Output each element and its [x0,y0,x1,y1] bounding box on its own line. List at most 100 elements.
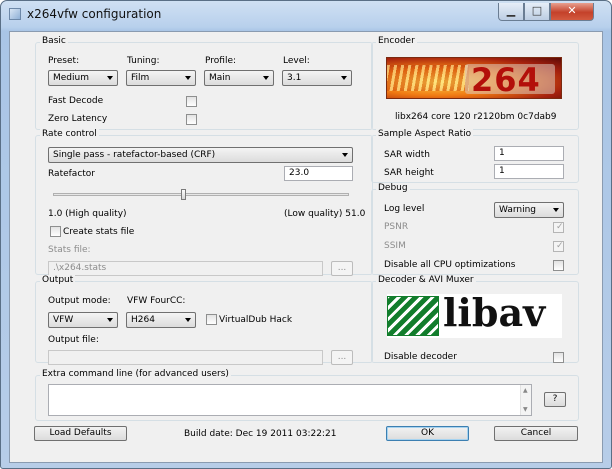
vdub-hack-label: VirtualDub Hack [219,315,293,325]
create-stats-checkbox[interactable] [50,226,61,237]
chevron-down-icon [553,208,559,212]
stats-file-browse-button[interactable]: ... [331,261,353,276]
disable-cpu-label: Disable all CPU optimizations [384,260,516,270]
level-dropdown[interactable]: 3.1 [282,70,352,86]
x264-logo: 264 [386,57,562,99]
encoder-version: libx264 core 120 r2120bm 0c7dab9 [395,112,557,122]
stats-file-value: .\x264.stats [53,263,107,273]
fourcc-dropdown[interactable]: H264 [126,312,196,328]
close-icon: ✕ [567,4,577,17]
chevron-down-icon [107,318,113,322]
ratefactor-label: Ratefactor [48,169,96,179]
profile-dropdown[interactable]: Main [204,70,274,86]
checkmark-icon: ✓ [556,241,564,251]
output-file-label: Output file: [48,335,99,345]
basic-group-title: Basic [40,36,68,46]
maximize-button[interactable]: □ [524,3,550,21]
help-button[interactable]: ? [544,392,566,407]
chevron-down-icon [341,76,347,80]
sar-group-title: Sample Aspect Ratio [376,129,474,139]
output-mode-dropdown[interactable]: VFW [48,312,118,328]
cancel-button[interactable]: Cancel [494,426,578,441]
debug-group-title: Debug [376,183,410,193]
rate-control-mode-value: Single pass - ratefactor-based (CRF) [53,150,216,160]
extra-cmdline-input[interactable]: ▲ ▼ [48,384,532,416]
window-title: x264vfw configuration [27,7,162,21]
zero-latency-label: Zero Latency [48,114,108,124]
minimize-button[interactable]: ▁ [498,3,524,21]
dialog-client: Basic Preset: Medium Tuning: Film Profil… [9,31,603,463]
close-button[interactable]: ✕ [550,3,594,21]
decoder-group-title: Decoder & AVI Muxer [376,275,476,285]
tuning-dropdown[interactable]: Film [126,70,196,86]
ok-button[interactable]: OK [386,426,469,441]
ratefactor-max-label: (Low quality) 51.0 [284,209,366,219]
sar-height-value: 1 [499,166,505,176]
checkmark-icon: ✓ [556,222,564,232]
tuning-value: Film [131,73,150,83]
fourcc-label: VFW FourCC: [127,296,186,306]
encoder-group-title: Encoder [376,36,417,46]
fast-decode-checkbox[interactable] [186,96,197,107]
tuning-label: Tuning: [127,56,160,66]
extra-cmdline-scrollbar[interactable]: ▲ ▼ [520,385,531,415]
ssim-label: SSIM [384,241,406,251]
sar-width-value: 1 [499,148,505,158]
chevron-down-icon [185,318,191,322]
extra-cmdline-group-title: Extra command line (for advanced users) [40,369,231,379]
rate-control-mode-dropdown[interactable]: Single pass - ratefactor-based (CRF) [48,147,353,163]
rate-control-group-title: Rate control [40,129,99,139]
profile-value: Main [209,73,231,83]
disable-cpu-checkbox[interactable] [553,260,564,271]
maximize-icon: □ [531,4,543,17]
slider-thumb[interactable] [181,189,186,200]
preset-dropdown[interactable]: Medium [48,70,118,86]
sar-height-label: SAR height [384,168,434,178]
build-date: Build date: Dec 19 2011 03:22:21 [184,429,337,439]
scroll-up-icon[interactable]: ▲ [523,387,528,394]
load-defaults-button[interactable]: Load Defaults [34,426,127,441]
preset-label: Preset: [48,56,80,66]
sar-width-input[interactable]: 1 [494,146,564,161]
ssim-checkbox[interactable]: ✓ [553,241,564,252]
disable-decoder-checkbox[interactable] [553,352,564,363]
fourcc-value: H264 [131,315,155,325]
ratefactor-input[interactable]: 23.0 [284,166,353,181]
output-file-browse-button[interactable]: ... [331,350,353,365]
window-frame: x264vfw configuration ▁ □ ✕ Basic Preset… [0,0,612,469]
chevron-down-icon [263,76,269,80]
chevron-down-icon [107,76,113,80]
stats-file-label: Stats file: [48,245,91,255]
chevron-down-icon [185,76,191,80]
preset-value: Medium [53,73,89,83]
libav-logo-text: libav [443,294,546,335]
minimize-icon: ▁ [506,4,516,17]
slider-track [53,193,349,196]
output-mode-label: Output mode: [48,296,111,306]
logo-streaks [387,65,469,91]
fast-decode-label: Fast Decode [48,96,104,106]
sar-width-label: SAR width [384,150,430,160]
log-level-dropdown[interactable]: Warning [494,202,564,218]
vdub-hack-checkbox[interactable] [206,314,217,325]
psnr-checkbox[interactable]: ✓ [553,222,564,233]
output-file-input[interactable] [48,350,323,365]
logo-264-text: 264 [471,61,541,99]
zero-latency-checkbox[interactable] [186,114,197,125]
ratefactor-slider[interactable] [53,189,349,201]
profile-label: Profile: [205,56,237,66]
log-level-value: Warning [499,205,537,215]
ratefactor-min-label: 1.0 (High quality) [48,209,127,219]
ratefactor-value: 23.0 [289,168,310,178]
log-level-label: Log level [384,204,425,214]
output-group-title: Output [40,275,76,285]
stats-file-input[interactable]: .\x264.stats [48,261,323,276]
libav-logo: libav [387,294,562,338]
libav-logo-mark [387,296,439,336]
scroll-down-icon[interactable]: ▼ [523,406,528,413]
chevron-down-icon [342,153,348,157]
sar-height-input[interactable]: 1 [494,164,564,179]
disable-decoder-label: Disable decoder [384,352,457,362]
output-mode-value: VFW [53,315,74,325]
level-value: 3.1 [287,73,302,83]
